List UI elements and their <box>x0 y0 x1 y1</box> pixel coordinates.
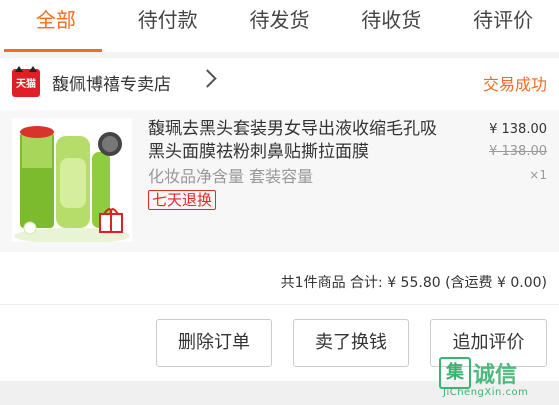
product-original-price: ¥ 138.00 <box>489 144 547 159</box>
product-spec: 化妆品净含量 套装容量 <box>148 167 314 186</box>
tab-all[interactable]: 全部 <box>0 0 112 52</box>
chevron-right-icon <box>198 69 217 88</box>
delete-order-button[interactable]: 删除订单 <box>156 319 272 367</box>
watermark: 集 诚信 JiChengXin.com <box>435 355 553 401</box>
order-status: 交易成功 <box>482 75 547 94</box>
watermark-logo-icon: 集 <box>439 357 471 389</box>
watermark-url: JiChengXin.com <box>443 387 529 398</box>
shop-row[interactable]: 天猫 馥佩博禧专卖店 交易成功 <box>0 58 559 108</box>
tmall-badge-text: 天猫 <box>16 79 36 90</box>
product-thumbnail[interactable] <box>12 118 132 242</box>
tmall-icon: 天猫 <box>12 66 40 97</box>
shop-name[interactable]: 馥佩博禧专卖店 <box>52 70 171 95</box>
tab-pending-receipt[interactable]: 待收货 <box>335 0 447 52</box>
product-title[interactable]: 馥珮去黑头套装男女导出液收缩毛孔吸黑头面膜祛粉刺鼻贴撕拉面膜 <box>148 118 448 164</box>
tab-pending-shipment[interactable]: 待发货 <box>224 0 336 52</box>
return-policy-badge: 七天退换 <box>148 190 217 210</box>
product-quantity: ×1 <box>529 168 547 182</box>
tab-pending-payment[interactable]: 待付款 <box>112 0 224 52</box>
product-price: ¥ 138.00 <box>489 122 547 137</box>
product-item[interactable]: 馥珮去黑头套装男女导出液收缩毛孔吸黑头面膜祛粉刺鼻贴撕拉面膜 化妆品净含量 套装… <box>0 110 559 252</box>
product-image-icon <box>12 118 132 242</box>
watermark-text: 诚信 <box>473 363 518 388</box>
order-tabs: 全部 待付款 待发货 待收货 待评价 <box>0 0 559 53</box>
order-total: 共1件商品 合计: ¥ 55.80 (含运费 ¥ 0.00) <box>280 275 547 291</box>
resell-button[interactable]: 卖了换钱 <box>293 319 409 367</box>
tab-pending-review[interactable]: 待评价 <box>447 0 559 52</box>
order-summary: 共1件商品 合计: ¥ 55.80 (含运费 ¥ 0.00) <box>0 252 559 305</box>
